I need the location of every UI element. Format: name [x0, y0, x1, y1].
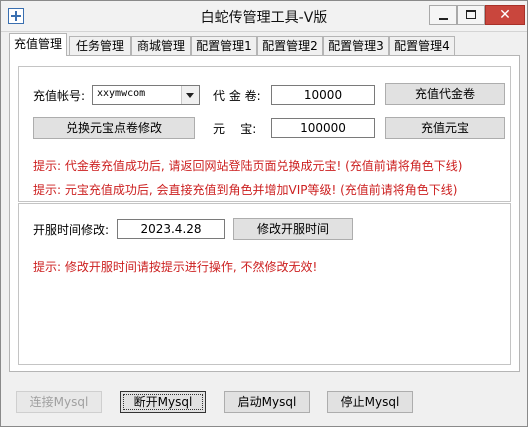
- account-label: 充值帐号:: [33, 89, 86, 103]
- yuanbao-input[interactable]: 100000: [271, 118, 375, 138]
- voucher-input[interactable]: 10000: [271, 85, 375, 105]
- open-time-hint: 提示: 修改开服时间请按提示进行操作, 不然修改无效!: [33, 260, 318, 274]
- disconnect-mysql-button[interactable]: 断开Mysql: [120, 391, 206, 413]
- exchange-points-button[interactable]: 兑换元宝点卷修改: [33, 117, 195, 139]
- voucher-hint: 提示: 代金卷充值成功后, 请返回网站登陆页面兑换成元宝! (充值前请将角色下线…: [33, 159, 463, 173]
- close-button[interactable]: ✕: [485, 5, 525, 25]
- minimize-button[interactable]: [429, 5, 457, 25]
- tab-config-2[interactable]: 配置管理2: [257, 36, 323, 55]
- open-time-label: 开服时间修改:: [33, 223, 110, 237]
- yuanbao-hint: 提示: 元宝充值成功后, 会直接充值到角色并增加VIP等级! (充值前请将角色下…: [33, 183, 458, 197]
- maximize-button[interactable]: [457, 5, 485, 25]
- account-value: xxymwcom: [97, 88, 146, 99]
- chevron-down-icon[interactable]: [181, 86, 199, 104]
- change-open-time-button[interactable]: 修改开服时间: [233, 218, 353, 240]
- account-select[interactable]: xxymwcom: [92, 85, 200, 105]
- tab-tasks[interactable]: 任务管理: [69, 36, 131, 55]
- app-window: 白蛇传管理工具-V版 ✕ 充值管理 任务管理 商城管理 配置管理1 配置管理2 …: [0, 0, 528, 427]
- recharge-voucher-button[interactable]: 充值代金卷: [385, 83, 505, 105]
- yuanbao-label: 元 宝:: [213, 122, 257, 136]
- tab-panel-recharge: 充值帐号: xxymwcom 代 金 卷: 10000 充值代金卷 兑换元宝点卷…: [9, 55, 520, 372]
- close-icon: ✕: [499, 7, 511, 23]
- tab-recharge[interactable]: 充值管理: [9, 33, 67, 56]
- tab-config-4[interactable]: 配置管理4: [389, 36, 455, 55]
- minimize-icon: [439, 18, 448, 20]
- maximize-icon: [466, 10, 476, 19]
- voucher-label: 代 金 卷:: [213, 89, 261, 103]
- stop-mysql-button[interactable]: 停止Mysql: [327, 391, 413, 413]
- start-mysql-button[interactable]: 启动Mysql: [224, 391, 310, 413]
- open-time-input[interactable]: 2023.4.28: [117, 219, 225, 239]
- tab-config-3[interactable]: 配置管理3: [323, 36, 389, 55]
- tab-config-1[interactable]: 配置管理1: [191, 36, 257, 55]
- recharge-yuanbao-button[interactable]: 充值元宝: [385, 117, 505, 139]
- recharge-group: 充值帐号: xxymwcom 代 金 卷: 10000 充值代金卷 兑换元宝点卷…: [18, 66, 511, 202]
- connect-mysql-button[interactable]: 连接Mysql: [16, 391, 102, 413]
- open-time-group: 开服时间修改: 2023.4.28 修改开服时间 提示: 修改开服时间请按提示进…: [18, 203, 511, 365]
- tab-shop[interactable]: 商城管理: [131, 36, 191, 55]
- title-bar[interactable]: 白蛇传管理工具-V版 ✕: [1, 1, 527, 32]
